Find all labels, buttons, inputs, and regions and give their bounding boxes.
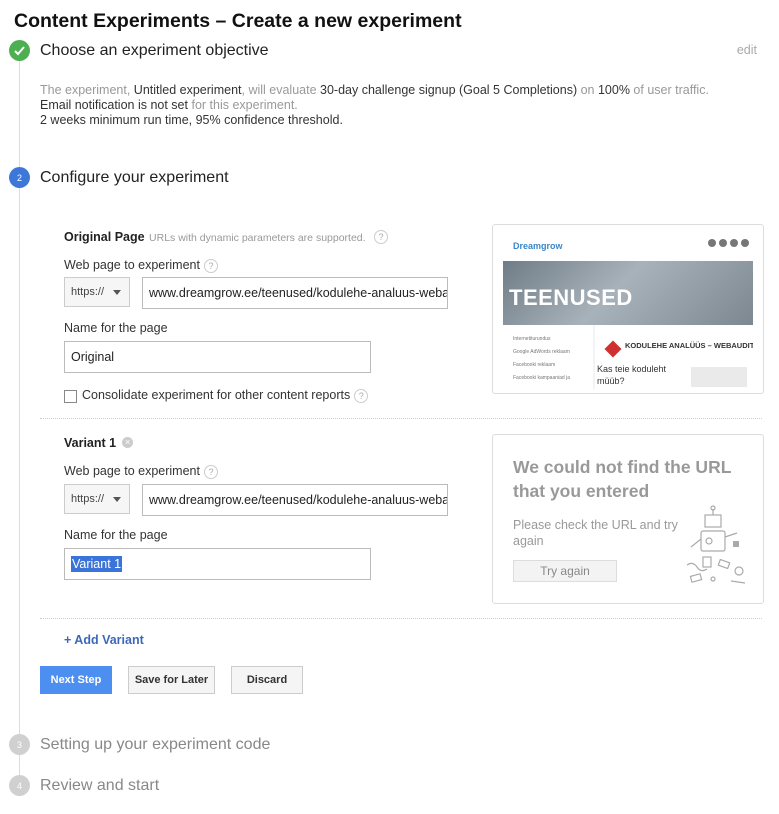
variant-name-value: Variant 1 [71,556,123,572]
preview-article-title: KODULEHE ANALÜÜS – WEBAUDIT [625,341,753,350]
consolidate-label-row: Consolidate experiment for other content… [82,388,369,403]
original-page-header: Original Page URLs with dynamic paramete… [64,228,389,246]
section-divider [40,618,762,620]
summary-text: for this experiment. [188,98,298,112]
variant-name-label: Name for the page [64,528,168,542]
add-variant-link[interactable]: + Add Variant [64,633,144,647]
original-url-input[interactable]: www.dreamgrow.ee/teenused/kodulehe-analu… [142,277,448,309]
social-icon [708,239,716,247]
preview-hero-text: TEENUSED [509,285,633,310]
summary-text: The experiment, [40,83,134,97]
step-1-complete-icon [9,40,30,61]
discard-button[interactable]: Discard [231,666,303,694]
section-divider [40,418,762,420]
protocol-value: https:// [71,286,105,298]
help-icon[interactable]: ? [203,258,218,273]
protocol-value: https:// [71,493,105,505]
step-2-number: 2 [9,167,30,188]
variant-name-input[interactable]: Variant 1 [64,548,371,580]
social-icon [719,239,727,247]
variant-header: Variant 1 × [64,434,134,452]
step-4-label: Review and start [40,777,160,794]
original-page-preview: Dreamgrow TEENUSED Internetiturundus Goo… [492,224,764,394]
checkmark-icon [14,46,25,56]
original-page-heading: Original Page [64,230,145,244]
objective-summary: The experiment, Untitled experiment, wil… [40,83,709,128]
variant-url-label: Web page to experiment [64,464,200,478]
experiment-name: Untitled experiment [133,83,242,97]
step-3-label: Setting up your experiment code [40,736,271,753]
step-4-number: 4 [9,775,30,796]
variant-heading: Variant 1 [64,436,117,450]
preview-sidebar: Internetiturundus Google AdWords reklaam… [503,325,593,389]
preview-sidebar-item: Internetiturundus [513,336,551,342]
chevron-down-icon [113,289,121,295]
remove-variant-icon[interactable]: × [122,437,134,449]
traffic-percent: 100% [597,83,630,97]
step-3-number: 3 [9,734,30,755]
try-again-button[interactable]: Try again [513,560,617,582]
summary-text: on [577,83,598,97]
dynamic-params-hint: URLs with dynamic parameters are support… [149,232,366,244]
edit-objective-link[interactable]: edit [737,43,757,57]
step-1-label: Choose an experiment objective [40,42,269,59]
chevron-down-icon [113,496,121,502]
error-title: We could not find the URL that you enter… [513,457,732,501]
consolidate-checkbox[interactable] [64,390,77,403]
goal-name: 30-day challenge signup (Goal 5 Completi… [320,83,578,97]
social-icon [730,239,738,247]
variant-url-input[interactable]: www.dreamgrow.ee/teenused/kodulehe-analu… [142,484,448,516]
url-error-panel: We could not find the URL that you enter… [492,434,764,604]
error-text: Please check the URL and try again [513,518,678,548]
preview-article-sub: Kas teie koduleht müüb? [597,364,667,386]
next-step-button[interactable]: Next Step [40,666,112,694]
variant-protocol-select[interactable]: https:// [64,484,130,514]
summary-text: , will evaluate [241,83,321,97]
save-for-later-button[interactable]: Save for Later [128,666,215,694]
original-protocol-select[interactable]: https:// [64,277,130,307]
original-url-label: Web page to experiment [64,258,200,272]
preview-diamond-icon [604,340,622,358]
preview-image [691,367,747,387]
preview-logo: Dreamgrow [513,241,563,251]
variant-url-label-row: Web page to experiment? [64,464,218,479]
broken-robot-icon [686,505,746,584]
step-2-label: Configure your experiment [40,169,229,186]
runtime-summary: 2 weeks minimum run time, 95% confidence… [40,113,343,127]
consolidate-label: Consolidate experiment for other content… [82,388,351,402]
page-title: Content Experiments – Create a new exper… [14,10,462,32]
preview-sidebar-item: Facebooki kampaaniad ja [513,375,570,381]
email-status: Email notification is not set [40,98,188,112]
original-url-label-row: Web page to experiment? [64,258,218,273]
preview-article: KODULEHE ANALÜÜS – WEBAUDIT Kas teie kod… [595,325,753,389]
help-icon[interactable]: ? [354,388,369,403]
social-icon [741,239,749,247]
summary-text: of user traffic. [629,83,709,97]
original-name-label: Name for the page [64,321,168,335]
help-icon[interactable]: ? [203,464,218,479]
preview-sidebar-item: Facebooki reklaam [513,362,556,368]
original-name-input[interactable]: Original [64,341,371,373]
preview-sidebar-item: Google AdWords reklaam [513,349,570,355]
help-icon[interactable]: ? [374,229,389,244]
